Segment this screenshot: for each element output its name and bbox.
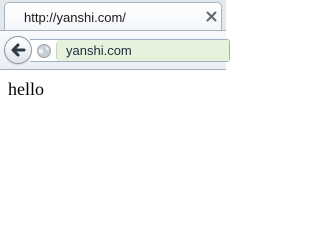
tab-title: http://yanshi.com/ — [24, 10, 126, 25]
navigation-toolbar: yanshi.com — [0, 30, 230, 70]
globe-icon[interactable] — [36, 43, 52, 59]
address-bar[interactable]: yanshi.com — [30, 39, 230, 62]
page-content: hello — [0, 71, 226, 207]
url-field[interactable]: yanshi.com — [57, 40, 229, 61]
browser-tab[interactable]: http://yanshi.com/ — [4, 2, 222, 31]
tab-strip: http://yanshi.com/ — [0, 0, 226, 31]
back-arrow-icon — [11, 43, 26, 57]
page-text: hello — [8, 79, 44, 99]
url-text: yanshi.com — [66, 43, 132, 58]
close-icon[interactable] — [205, 10, 218, 23]
back-button[interactable] — [4, 36, 32, 64]
